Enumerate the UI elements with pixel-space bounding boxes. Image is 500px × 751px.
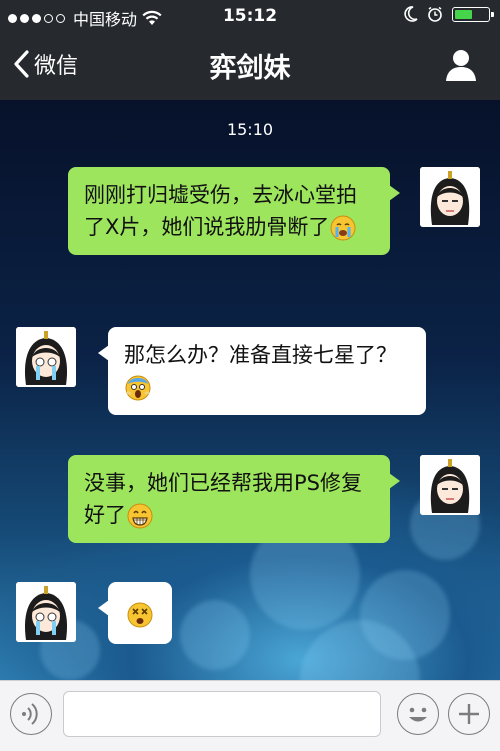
emoji-button[interactable] (397, 693, 439, 735)
avatar-illustration (16, 582, 76, 642)
my-avatar[interactable] (420, 167, 480, 227)
battery-icon (452, 6, 494, 22)
my-avatar[interactable] (420, 455, 480, 515)
contact-avatar[interactable] (16, 582, 76, 642)
grinning-face-icon (127, 503, 153, 529)
top-bar: 中国移动 15:12 微信 弈剑妹 (0, 0, 500, 100)
person-icon[interactable] (444, 48, 478, 82)
message-text: 那怎么办？准备直接七星了？ (124, 343, 397, 367)
nav-bar: 微信 弈剑妹 (0, 32, 500, 100)
message-text: 刚刚打归墟受伤，去冰心堂拍了X片，她们说我肋骨断了 (84, 183, 357, 239)
voice-icon (22, 703, 38, 725)
status-icons (404, 6, 494, 22)
voice-button[interactable] (10, 693, 52, 735)
avatar-illustration (420, 455, 480, 515)
message-bubble-received[interactable]: 那怎么办？准备直接七星了？ (98, 327, 426, 415)
avatar-illustration (16, 327, 76, 387)
message-input[interactable] (63, 691, 381, 737)
crying-face-icon (330, 215, 356, 241)
message-bubble-received[interactable] (98, 582, 172, 644)
status-bar: 中国移动 15:12 (0, 0, 500, 32)
message-bubble-sent[interactable]: 刚刚打归墟受伤，去冰心堂拍了X片，她们说我肋骨断了 (68, 167, 400, 255)
dizzy-face-icon (127, 602, 153, 628)
chat-area[interactable]: 15:10 刚刚打归墟受伤，去冰心堂拍了X片，她们说我肋骨断了 那怎么办？准备直… (0, 100, 500, 680)
input-bar (0, 680, 500, 751)
message-timestamp: 15:10 (226, 120, 274, 139)
avatar-illustration (420, 167, 480, 227)
message-bubble-sent[interactable]: 没事，她们已经帮我用PS修复好了 (68, 455, 400, 543)
contact-avatar[interactable] (16, 327, 76, 387)
alarm-icon (428, 6, 442, 22)
more-button[interactable] (448, 693, 490, 735)
moon-icon (404, 6, 418, 22)
screaming-face-icon (125, 375, 151, 401)
plus-icon (459, 704, 479, 724)
smiley-icon (409, 707, 427, 722)
chat-title: 弈剑妹 (209, 53, 291, 84)
